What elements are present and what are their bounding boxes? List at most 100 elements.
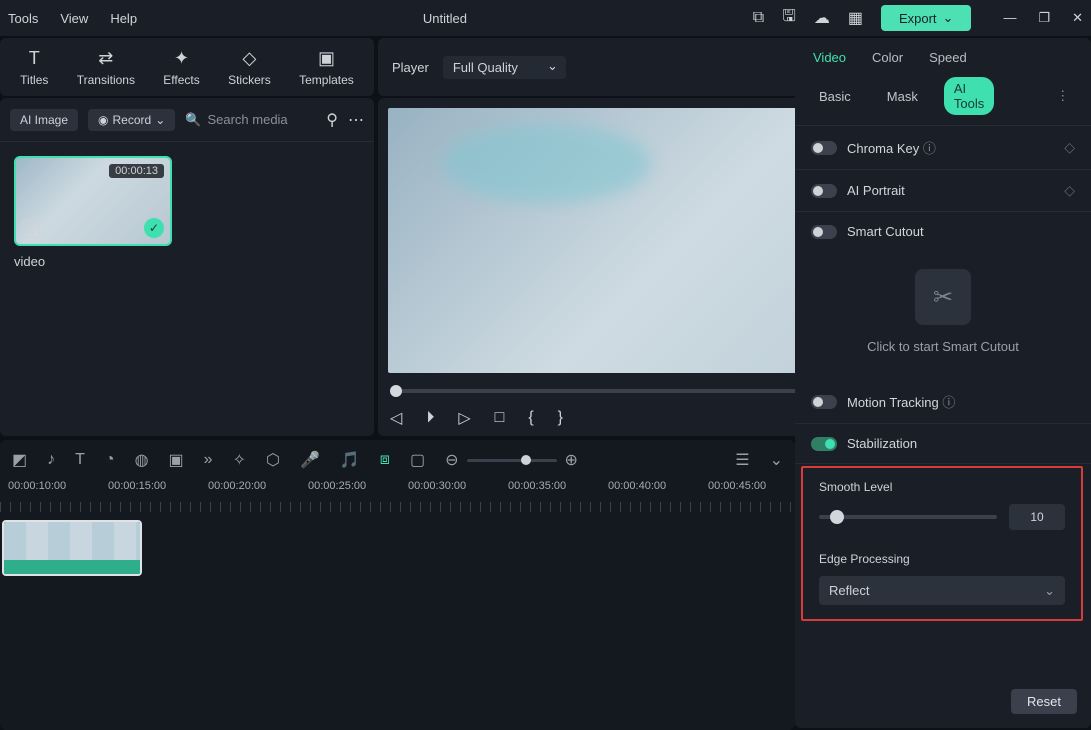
marker-icon[interactable]: ⬡ <box>266 450 280 470</box>
ai-image-button[interactable]: AI Image <box>10 109 78 131</box>
motion-tracking-toggle[interactable] <box>811 395 837 409</box>
templates-icon: ▣ <box>318 48 335 70</box>
save-icon[interactable]: 🖫 <box>782 5 796 32</box>
play-start-icon[interactable]: ⏵ <box>426 409 434 427</box>
mark-in-icon[interactable]: { <box>528 409 533 427</box>
smooth-level-value[interactable]: 10 <box>1009 504 1065 530</box>
media-clip[interactable]: 00:00:13 ▧ ✓ video <box>14 156 172 269</box>
play-icon[interactable]: ▷ <box>458 408 470 428</box>
smooth-level-slider[interactable] <box>819 515 997 519</box>
mic-icon[interactable]: 🎤 <box>300 450 320 470</box>
ai-portrait-row: AI Portrait ◇ <box>795 170 1091 212</box>
keyframe-icon[interactable]: ◇ <box>1064 139 1075 156</box>
export-button[interactable]: Export ⌄ <box>881 5 971 31</box>
search-input[interactable]: 🔍 Search media <box>185 112 316 128</box>
list-icon[interactable]: ☰ <box>735 450 749 470</box>
scrub-handle[interactable] <box>390 385 402 397</box>
clip-add-icon[interactable]: ▧ <box>22 220 40 238</box>
reset-button[interactable]: Reset <box>1011 689 1077 714</box>
maximize-button[interactable]: ❐ <box>1038 10 1050 26</box>
more-icon[interactable]: ⋯ <box>348 110 364 130</box>
ai-portrait-toggle[interactable] <box>811 184 837 198</box>
color-icon[interactable]: ◍ <box>135 450 149 470</box>
titles-tab[interactable]: TTitles <box>20 48 48 87</box>
audio-icon[interactable]: ♪ <box>47 451 55 469</box>
titlebar-actions: ⧉ 🖫 ☁ ▦ Export ⌄ — ❐ ✕ <box>753 5 1083 32</box>
record-button[interactable]: ◉Record⌄ <box>88 109 175 131</box>
filter-icon[interactable]: ⚲ <box>326 110 338 130</box>
chevron-down-icon: ⌄ <box>155 113 165 127</box>
minimize-button[interactable]: — <box>1003 10 1016 26</box>
inspector-panel: Video Color Speed Basic Mask AI Tools ⋮ … <box>795 38 1091 728</box>
apps-icon[interactable]: ▦ <box>848 8 863 28</box>
subtab-basic[interactable]: Basic <box>809 85 861 108</box>
player-label: Player <box>392 60 429 75</box>
prev-frame-icon[interactable]: ◁ <box>390 408 402 428</box>
templates-tab[interactable]: ▣Templates <box>299 48 354 87</box>
subtab-more-icon[interactable]: ⋮ <box>1046 84 1079 108</box>
zoom-in-icon[interactable]: ⊕ <box>565 450 578 470</box>
speed-icon[interactable]: ◔ <box>105 451 115 469</box>
timeline-toolbar: ◩ ♪ T ◔ ◍ ▣ » ✧ ⬡ 🎤 🎵 ⧈ ▢ ⊖ ⊕ ☰ ⌄ <box>0 440 795 480</box>
chroma-key-toggle[interactable] <box>811 141 837 155</box>
edge-processing-label: Edge Processing <box>803 540 1081 572</box>
menu-bar: Tools View Help <box>8 11 137 26</box>
transitions-tab[interactable]: ⇄Transitions <box>77 48 135 87</box>
frame-icon[interactable]: ▢ <box>410 450 425 470</box>
stop-icon[interactable]: □ <box>495 409 505 427</box>
media-toolbar: AI Image ◉Record⌄ 🔍 Search media ⚲ ⋯ <box>0 98 374 142</box>
effects-tab[interactable]: ✦Effects <box>163 48 199 87</box>
clip-frames <box>4 522 140 560</box>
clip-audio <box>4 560 140 574</box>
smart-cutout-toggle[interactable] <box>811 225 837 239</box>
transitions-icon: ⇄ <box>98 48 113 70</box>
subtab-mask[interactable]: Mask <box>877 85 928 108</box>
zoom-slider[interactable] <box>467 459 557 462</box>
settings-icon[interactable]: ⌄ <box>770 450 783 470</box>
slider-handle[interactable] <box>830 510 844 524</box>
keyframe-icon[interactable]: ◇ <box>1064 182 1075 199</box>
cloud-icon[interactable]: ☁ <box>814 8 830 28</box>
stabilization-row: Stabilization <box>795 424 1091 464</box>
tab-color[interactable]: Color <box>872 50 903 67</box>
edge-processing-select[interactable]: Reflect <box>819 576 1065 605</box>
smart-cutout-box[interactable]: ✂ Click to start Smart Cutout <box>795 251 1091 380</box>
mark-out-icon[interactable]: } <box>558 409 563 427</box>
screen-icon[interactable]: ⧉ <box>753 9 764 27</box>
zoom-out-icon[interactable]: ⊖ <box>445 450 458 470</box>
chevron-down-icon: ⌄ <box>943 10 954 26</box>
smart-cutout-label: Smart Cutout <box>847 224 1075 239</box>
zoom-handle[interactable] <box>521 455 531 465</box>
subtab-ai-tools[interactable]: AI Tools <box>944 77 994 115</box>
smart-cutout-row: Smart Cutout <box>795 212 1091 251</box>
crop-icon[interactable]: ◩ <box>12 450 27 470</box>
menu-tools[interactable]: Tools <box>8 11 38 26</box>
menu-view[interactable]: View <box>60 11 88 26</box>
timeline-ruler[interactable]: 00:00:10:00 00:00:15:00 00:00:20:00 00:0… <box>0 480 795 514</box>
tab-video[interactable]: Video <box>813 50 846 67</box>
magnet-icon[interactable]: ⧈ <box>380 451 390 469</box>
stabilization-label: Stabilization <box>847 436 1075 451</box>
clip-name: video <box>14 254 172 269</box>
mask-icon[interactable]: ▣ <box>169 450 184 470</box>
more-tools-icon[interactable]: » <box>204 451 213 469</box>
menu-help[interactable]: Help <box>110 11 137 26</box>
stabilization-toggle[interactable] <box>811 437 837 451</box>
tab-speed[interactable]: Speed <box>929 50 967 67</box>
clip-thumbnail[interactable]: 00:00:13 ▧ ✓ <box>14 156 172 246</box>
music-icon[interactable]: 🎵 <box>340 450 360 470</box>
text-icon[interactable]: T <box>75 451 85 469</box>
timeline-clip[interactable] <box>2 520 142 576</box>
media-panel: AI Image ◉Record⌄ 🔍 Search media ⚲ ⋯ 00:… <box>0 98 374 436</box>
smart-cutout-hint: Click to start Smart Cutout <box>867 339 1019 354</box>
motion-tracking-label: Motion Tracking ⓘ <box>847 392 1075 411</box>
timeline-track[interactable] <box>0 514 795 730</box>
ai-icon[interactable]: ✧ <box>233 450 246 470</box>
quality-select[interactable]: Full Quality <box>443 56 566 79</box>
smart-cutout-icon: ✂ <box>915 269 971 325</box>
ai-portrait-label: AI Portrait <box>847 183 1054 198</box>
close-button[interactable]: ✕ <box>1072 10 1083 26</box>
export-label: Export <box>899 11 937 26</box>
titles-icon: T <box>29 48 40 70</box>
stickers-tab[interactable]: ◇Stickers <box>228 48 271 87</box>
